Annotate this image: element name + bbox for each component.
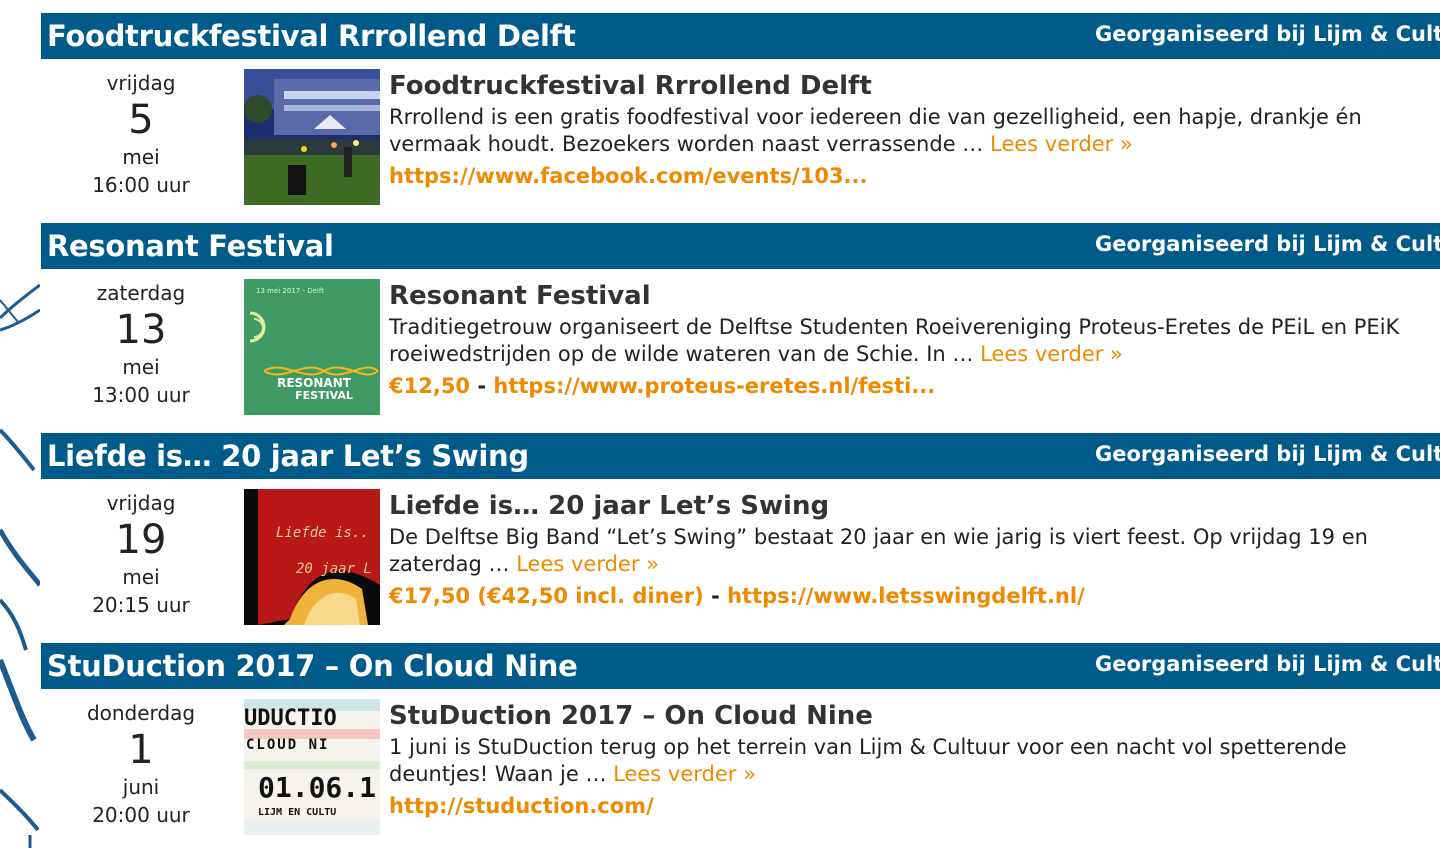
event-header-bar: Liefde is… 20 jaar Let’s Swing Georganis… xyxy=(41,433,1440,479)
event-meta: https://www.facebook.com/events/103... xyxy=(389,164,1439,188)
event-card: Liefde is… 20 jaar Let’s Swing Georganis… xyxy=(41,433,1440,633)
thumb-text: Liefde is.. xyxy=(276,525,369,541)
event-card: Resonant Festival Georganiseerd bij Lijm… xyxy=(41,223,1440,423)
event-organizer[interactable]: Georganiseerd bij Lijm & Cultuur xyxy=(1095,22,1440,46)
event-title[interactable]: Liefde is… 20 jaar Let’s Swing xyxy=(389,489,1439,523)
event-description-text: 1 juni is StuDuction terug op het terrei… xyxy=(389,735,1347,786)
event-description-text: Traditiegetrouw organiseert de Delftse S… xyxy=(389,315,1400,366)
event-weekday: zaterdag xyxy=(96,281,186,305)
event-title[interactable]: StuDuction 2017 – On Cloud Nine xyxy=(389,699,1439,733)
event-thumbnail[interactable]: UDUCTIO CLOUD NI 01.06.1 LIJM EN CULTU xyxy=(244,699,380,835)
event-month: mei xyxy=(122,145,160,169)
event-time: 16:00 uur xyxy=(92,173,190,197)
thumb-text: UDUCTIO xyxy=(244,706,337,731)
thumb-text: LIJM EN CULTU xyxy=(258,807,336,818)
left-ornament xyxy=(0,283,40,848)
thumb-text: FESTIVAL xyxy=(295,389,353,402)
event-body: Foodtruckfestival Rrrollend Delft Rrroll… xyxy=(389,69,1439,188)
event-title[interactable]: Resonant Festival xyxy=(389,279,1439,313)
event-weekday: vrijdag xyxy=(106,491,176,515)
event-header-title[interactable]: Foodtruckfestival Rrrollend Delft xyxy=(41,19,576,53)
event-meta: http://studuction.com/ xyxy=(389,794,1439,818)
event-link[interactable]: http://studuction.com/ xyxy=(389,794,654,818)
event-time: 20:00 uur xyxy=(92,803,190,827)
read-more-link[interactable]: Lees verder » xyxy=(990,132,1133,156)
event-day: 19 xyxy=(115,517,167,563)
event-time: 13:00 uur xyxy=(92,383,190,407)
event-month: mei xyxy=(122,565,160,589)
thumb-text: 01.06.1 xyxy=(258,771,376,804)
event-day: 5 xyxy=(128,97,154,143)
event-weekday: vrijdag xyxy=(106,71,176,95)
event-body: Resonant Festival Traditiegetrouw organi… xyxy=(389,279,1439,398)
event-organizer[interactable]: Georganiseerd bij Lijm & Cultuur xyxy=(1095,652,1440,676)
event-organizer[interactable]: Georganiseerd bij Lijm & Cultuur xyxy=(1095,442,1440,466)
event-description: Traditiegetrouw organiseert de Delftse S… xyxy=(389,314,1439,368)
event-weekday: donderdag xyxy=(86,701,196,725)
read-more-link[interactable]: Lees verder » xyxy=(613,762,756,786)
event-date: zaterdag 13 mei 13:00 uur xyxy=(71,279,211,409)
event-month: juni xyxy=(122,775,160,799)
event-description: Rrrollend is een gratis foodfestival voo… xyxy=(389,104,1439,158)
event-day: 13 xyxy=(115,307,167,353)
event-meta: €12,50 - https://www.proteus-eretes.nl/f… xyxy=(389,374,1439,398)
event-card: Foodtruckfestival Rrrollend Delft Georga… xyxy=(41,13,1440,213)
event-time: 20:15 uur xyxy=(92,593,190,617)
event-date: vrijdag 5 mei 16:00 uur xyxy=(71,69,211,199)
event-body: Liefde is… 20 jaar Let’s Swing De Delfts… xyxy=(389,489,1439,608)
event-header-title[interactable]: StuDuction 2017 – On Cloud Nine xyxy=(41,649,578,683)
event-link[interactable]: https://www.letsswingdelft.nl/ xyxy=(727,584,1085,608)
event-header-title[interactable]: Liefde is… 20 jaar Let’s Swing xyxy=(41,439,529,473)
event-price: €17,50 (€42,50 incl. diner) xyxy=(389,584,704,608)
meta-separator: - xyxy=(711,584,728,608)
event-date: vrijdag 19 mei 20:15 uur xyxy=(71,489,211,619)
thumb-text: 13 mei 2017 - Delft xyxy=(256,287,324,295)
event-link[interactable]: https://www.proteus-eretes.nl/festi... xyxy=(493,374,935,398)
event-price: €12,50 xyxy=(389,374,471,398)
event-description: 1 juni is StuDuction terug op het terrei… xyxy=(389,734,1439,788)
event-thumbnail[interactable] xyxy=(244,69,380,205)
event-thumbnail[interactable]: 13 mei 2017 - Delft RESONANT FESTIVAL xyxy=(244,279,380,415)
event-body: StuDuction 2017 – On Cloud Nine 1 juni i… xyxy=(389,699,1439,818)
event-header-bar: StuDuction 2017 – On Cloud Nine Georgani… xyxy=(41,643,1440,689)
event-header-bar: Foodtruckfestival Rrrollend Delft Georga… xyxy=(41,13,1440,59)
read-more-link[interactable]: Lees verder » xyxy=(516,552,659,576)
event-link[interactable]: https://www.facebook.com/events/103... xyxy=(389,164,868,188)
meta-separator: - xyxy=(477,374,494,398)
thumb-text: RESONANT xyxy=(277,376,352,390)
thumb-text: 20 jaar L xyxy=(296,561,372,577)
read-more-link[interactable]: Lees verder » xyxy=(980,342,1123,366)
event-day: 1 xyxy=(128,727,154,773)
event-date: donderdag 1 juni 20:00 uur xyxy=(71,699,211,829)
event-description-text: Rrrollend is een gratis foodfestival voo… xyxy=(389,105,1362,156)
event-thumbnail[interactable]: Liefde is.. 20 jaar L xyxy=(244,489,380,625)
event-meta: €17,50 (€42,50 incl. diner) - https://ww… xyxy=(389,584,1439,608)
event-header-title[interactable]: Resonant Festival xyxy=(41,229,334,263)
event-header-bar: Resonant Festival Georganiseerd bij Lijm… xyxy=(41,223,1440,269)
thumb-text: CLOUD NI xyxy=(246,737,329,753)
event-month: mei xyxy=(122,355,160,379)
event-card: StuDuction 2017 – On Cloud Nine Georgani… xyxy=(41,643,1440,848)
event-organizer[interactable]: Georganiseerd bij Lijm & Cultuur xyxy=(1095,232,1440,256)
event-description: De Delftse Big Band “Let’s Swing” bestaa… xyxy=(389,524,1439,578)
event-title[interactable]: Foodtruckfestival Rrrollend Delft xyxy=(389,69,1439,103)
